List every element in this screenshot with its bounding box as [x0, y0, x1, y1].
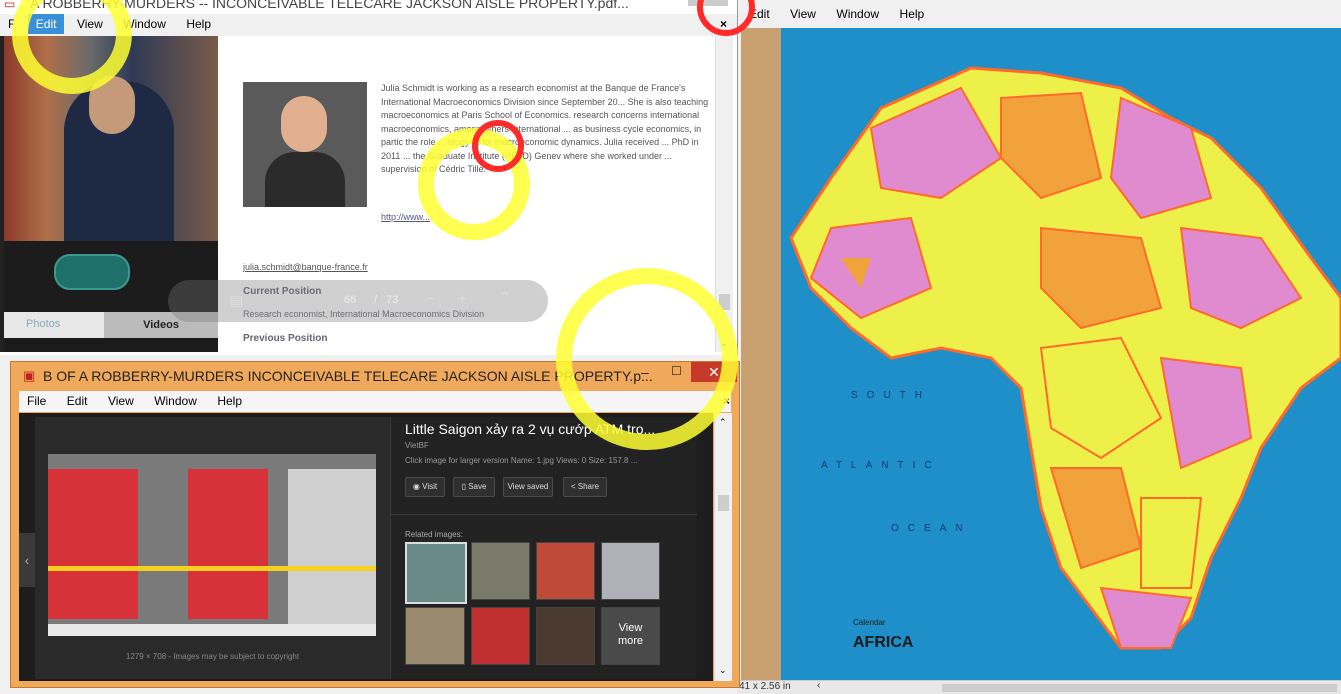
page-current[interactable]: 66: [344, 294, 356, 306]
ocean-word-atlantic: ATLANTIC: [821, 460, 941, 471]
menu-view[interactable]: View: [100, 391, 142, 411]
globe-icon: ◉: [412, 482, 420, 491]
related-image-6[interactable]: [471, 607, 530, 665]
page-nav-toolbar: ▤ 66 / 73 − + ⌃: [168, 280, 548, 322]
result-source: VietBF: [405, 441, 429, 450]
map-drawing: [741, 28, 1341, 680]
view-saved-button[interactable]: View saved: [503, 477, 553, 497]
atm-photo[interactable]: [48, 454, 376, 636]
related-image-5[interactable]: [405, 607, 465, 665]
atm-left: [48, 469, 138, 619]
bottom-vertical-scrollbar[interactable]: ⌃ ⌄: [714, 413, 732, 681]
ocean-word-ocean: OCEAN: [891, 523, 972, 534]
details-divider: [391, 514, 697, 515]
menu-window[interactable]: Window: [146, 391, 205, 411]
click-marker-red-1: [472, 120, 524, 172]
tab-photos[interactable]: Photos: [26, 318, 60, 330]
menu-help[interactable]: Help: [892, 4, 933, 24]
print-icon[interactable]: ▤: [230, 292, 243, 309]
map-label-africa: AFRICA: [853, 634, 914, 651]
status-chevron-icon[interactable]: ‹: [817, 680, 820, 691]
right-status-bar: 41 x 2.56 in ‹: [737, 680, 1341, 694]
floor: [48, 624, 376, 636]
image-viewer-left: ‹ 1279 × 708 - Images may be subject to …: [19, 417, 390, 679]
related-images-label: Related images:: [405, 530, 463, 539]
result-description: Click image for larger version Name: 1.j…: [405, 456, 638, 465]
ocean-word-south: SOUTH: [851, 390, 931, 401]
profile-photo[interactable]: [243, 82, 367, 207]
related-image-3[interactable]: [536, 542, 595, 600]
left-panel-border: [0, 36, 4, 352]
map-label-small: Calendar: [853, 618, 886, 627]
save-label: Save: [468, 482, 487, 491]
view-saved-label: View saved: [507, 482, 549, 491]
atm-middle: [188, 469, 268, 619]
prev-image-arrow[interactable]: ‹: [19, 533, 35, 587]
menu-edit[interactable]: Edit: [59, 391, 96, 411]
previous-position-label: Previous Position: [243, 333, 328, 344]
status-scrollbar[interactable]: [942, 684, 1337, 692]
right-window: Edit View Window Help SOUTH ATLANTIC OCE…: [737, 0, 1341, 694]
menu-window[interactable]: Window: [828, 4, 887, 24]
share-label: Share: [577, 482, 600, 491]
scroll-up-icon[interactable]: ⌃: [719, 417, 727, 428]
pdf-icon: ▭: [4, 0, 16, 11]
menu-help[interactable]: Help: [178, 14, 219, 34]
visit-label: Visit: [422, 482, 438, 491]
zoom-in-icon[interactable]: +: [458, 290, 466, 306]
visit-button[interactable]: ◉ Visit: [405, 477, 445, 497]
status-size-text: 41 x 2.56 in: [739, 681, 791, 692]
right-menubar: Edit View Window Help: [741, 4, 932, 24]
video-play-button[interactable]: [54, 254, 130, 290]
doorway: [288, 469, 376, 634]
photo-body: [265, 152, 345, 207]
email-link[interactable]: julia.schmidt@banque-france.fr: [243, 262, 368, 272]
page-separator: /: [374, 294, 378, 306]
bookmark-icon: ▯: [461, 482, 466, 491]
bottom-scroll-thumb[interactable]: [718, 495, 729, 511]
scroll-up-icon[interactable]: ⌃: [498, 288, 511, 308]
image-details-panel: Little Saigon xảy ra 2 vụ cướp ATM tro..…: [390, 417, 697, 679]
related-image-4[interactable]: [601, 542, 660, 600]
share-icon: <: [570, 482, 576, 491]
menu-file[interactable]: File: [19, 391, 54, 411]
menu-help[interactable]: Help: [209, 391, 250, 411]
profile-link[interactable]: http://www...: [381, 212, 430, 222]
view-more-tile[interactable]: View more: [601, 607, 660, 665]
save-button[interactable]: ▯ Save: [453, 477, 495, 497]
related-image-1[interactable]: [405, 542, 467, 604]
zoom-out-icon[interactable]: −: [426, 290, 434, 306]
photo-face: [281, 96, 327, 152]
click-marker-yellow-3: [556, 268, 738, 450]
pdf-icon: ▣: [23, 368, 36, 383]
africa-map-image[interactable]: SOUTH ATLANTIC OCEAN Calendar AFRICA: [741, 28, 1341, 680]
share-button[interactable]: < Share: [563, 477, 607, 497]
page-total: 73: [386, 294, 399, 306]
police-tape: [48, 566, 376, 571]
scroll-down-icon[interactable]: ⌄: [719, 665, 727, 676]
related-image-2[interactable]: [471, 542, 530, 600]
view-more-label: View more: [617, 622, 644, 647]
image-viewer: ‹ 1279 × 708 - Images may be subject to …: [19, 413, 713, 681]
related-image-7[interactable]: [536, 607, 595, 665]
image-caption: 1279 × 708 - Images may be subject to co…: [125, 652, 300, 661]
menu-view[interactable]: View: [782, 4, 824, 24]
